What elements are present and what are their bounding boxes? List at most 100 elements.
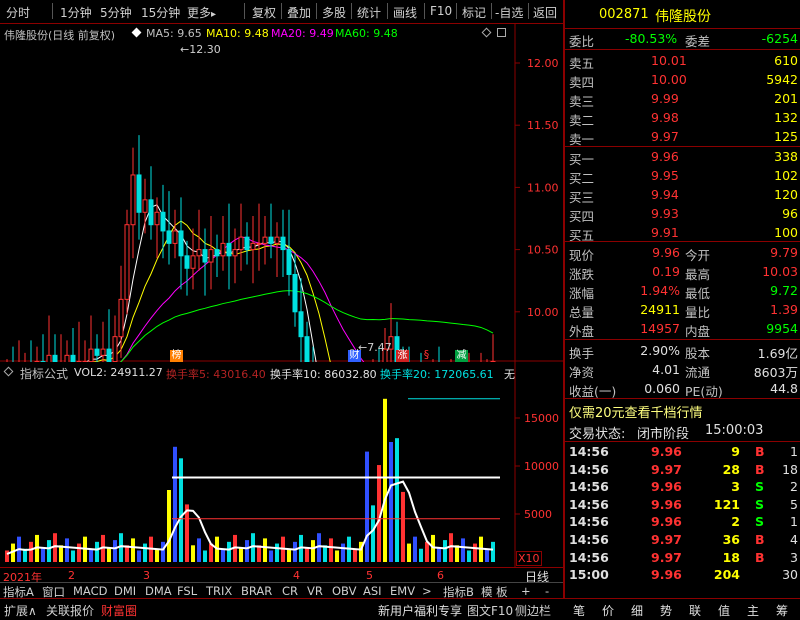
indicator-tab[interactable]: EMV (390, 584, 415, 598)
volume-bar (341, 543, 345, 562)
ask-row[interactable]: 卖三 9.99 201 (565, 90, 800, 109)
event-badge-rank[interactable]: 榜 (170, 350, 183, 362)
expand-button[interactable]: 扩展∧ (4, 602, 37, 619)
indicator-tab[interactable]: DMA (145, 584, 172, 598)
side-tab[interactable]: 势 (660, 602, 672, 619)
tab-5min[interactable]: 5分钟 (100, 4, 132, 21)
side-tab[interactable]: 联 (689, 602, 701, 619)
trade-side: S (755, 496, 765, 512)
indicator-tab[interactable]: DMI (114, 584, 136, 598)
trade-price: 9.96 (651, 479, 682, 495)
indicator-tab[interactable]: TRIX (206, 584, 232, 598)
candle-body (106, 348, 112, 362)
bid-row[interactable]: 买一 9.96 338 (565, 148, 800, 167)
indicator-tab[interactable]: FSL (177, 584, 197, 598)
candle-body (166, 230, 172, 244)
trade-price: 9.97 (651, 532, 682, 547)
indicator-title[interactable]: 指标公式 (20, 365, 68, 382)
candle-body (238, 236, 244, 251)
tab-more[interactable]: 更多▸ (187, 4, 216, 21)
trade-time: 14:56 (569, 479, 609, 495)
event-badge-limit-up[interactable]: 涨 (396, 350, 409, 362)
remove-watchlist-button[interactable]: -自选 (495, 4, 523, 21)
indicator-tab[interactable]: VR (307, 584, 323, 598)
fundamental-label: 流通 (685, 365, 711, 380)
statistics-button[interactable]: 统计 (357, 4, 381, 21)
fundamental-value: 44.8 (770, 381, 798, 396)
indicator-tab[interactable]: BRAR (241, 584, 272, 598)
new-user-ad[interactable]: 新用户福利专享 (378, 602, 462, 619)
stat-value: 24911 (640, 302, 680, 317)
overlay-button[interactable]: 叠加 (287, 4, 311, 21)
side-tab[interactable]: 筹 (776, 602, 788, 619)
wealth-circle-button[interactable]: 财富圈 (101, 602, 137, 619)
related-quotes-button[interactable]: 关联报价 (46, 602, 94, 619)
ask-row[interactable]: 卖五 10.01 610 (565, 52, 800, 71)
add-window-button[interactable]: + (521, 584, 531, 598)
trade-time: 15:00 (569, 567, 609, 583)
event-badge-reduce[interactable]: 减 (455, 350, 468, 362)
f10-button[interactable]: F10 (430, 4, 452, 18)
bid-row[interactable]: 买四 9.93 96 (565, 205, 800, 224)
bid-row[interactable]: 买三 9.94 120 (565, 186, 800, 205)
side-tab[interactable]: 价 (602, 602, 614, 619)
sidebar-button[interactable]: 侧边栏 (515, 602, 551, 619)
volume-bar (227, 541, 231, 562)
indicator-chart[interactable]: 15000 10000 5000 (0, 362, 563, 568)
hsl5-label: 换手率5: 43016.40 (166, 368, 266, 381)
volume-bar (245, 540, 249, 562)
weibi-row: 委比 -80.53% 委差 -6254 (565, 30, 800, 49)
indicator-tab[interactable]: OBV (332, 584, 356, 598)
volume-bar (311, 540, 315, 562)
candle-body (280, 236, 286, 251)
side-tab[interactable]: 值 (718, 602, 730, 619)
event-badge-finance[interactable]: 财 (348, 350, 361, 362)
maximize-icon[interactable] (497, 28, 506, 37)
f10-text-button[interactable]: 图文F10 (467, 602, 513, 619)
multi-stock-button[interactable]: 多股 (322, 4, 346, 21)
bid-row[interactable]: 买二 9.95 102 (565, 167, 800, 186)
ma5-label: MA5: 9.65 (146, 27, 202, 40)
trade-count: 18 (782, 461, 798, 477)
trade-side: B (755, 444, 765, 459)
indicator-tab[interactable]: MACD (73, 584, 107, 598)
ask-price: 10.01 (651, 53, 687, 68)
volume-bar (455, 545, 459, 562)
event-badge-section[interactable]: § (420, 349, 433, 361)
remove-window-button[interactable]: - (545, 584, 549, 598)
ask-price: 9.97 (651, 129, 679, 144)
candle-body (130, 174, 136, 226)
side-tab[interactable]: 笔 (573, 602, 585, 619)
chart-title: 伟隆股份(日线 前复权) (4, 29, 116, 42)
candle-body (256, 242, 262, 245)
ask-price: 9.98 (651, 110, 679, 125)
back-button[interactable]: 返回 (533, 4, 557, 21)
trade-count: 30 (782, 567, 798, 583)
promo-text[interactable]: 仅需20元查看千档行情 (569, 402, 703, 421)
tab-15min[interactable]: 15分钟 (141, 4, 180, 21)
volume-bar (389, 442, 393, 562)
side-tab[interactable]: 细 (631, 602, 643, 619)
trade-volume: 121 (713, 496, 740, 512)
bid-label: 买二 (569, 171, 595, 186)
ask-row[interactable]: 卖二 9.98 132 (565, 109, 800, 128)
promo-row[interactable]: 仅需20元查看千档行情 (565, 401, 800, 421)
draw-line-button[interactable]: 画线 (393, 4, 417, 21)
mark-button[interactable]: 标记 (462, 4, 486, 21)
volume-bar (239, 547, 243, 562)
side-tab[interactable]: 主 (747, 602, 759, 619)
volume-bar (401, 491, 405, 562)
tabs-scroll-arrow[interactable]: > (422, 584, 432, 598)
kline-chart[interactable]: 12.0011.5011.0010.5010.009.509.008.508.0… (0, 24, 563, 362)
ask-row[interactable]: 卖一 9.97 125 (565, 128, 800, 147)
indicator-tab[interactable]: ASI (363, 584, 382, 598)
high-marker-value: 12.30 (189, 43, 221, 56)
tab-intraday[interactable]: 分时 (6, 4, 30, 21)
adjust-button[interactable]: 复权 (252, 4, 276, 21)
candle-body (70, 354, 76, 362)
tab-1min[interactable]: 1分钟 (60, 4, 92, 21)
vol-tick-label: 10000 (524, 460, 559, 473)
volume-bar (77, 543, 81, 562)
ask-row[interactable]: 卖四 10.00 5942 (565, 71, 800, 90)
indicator-tab[interactable]: CR (282, 584, 298, 598)
